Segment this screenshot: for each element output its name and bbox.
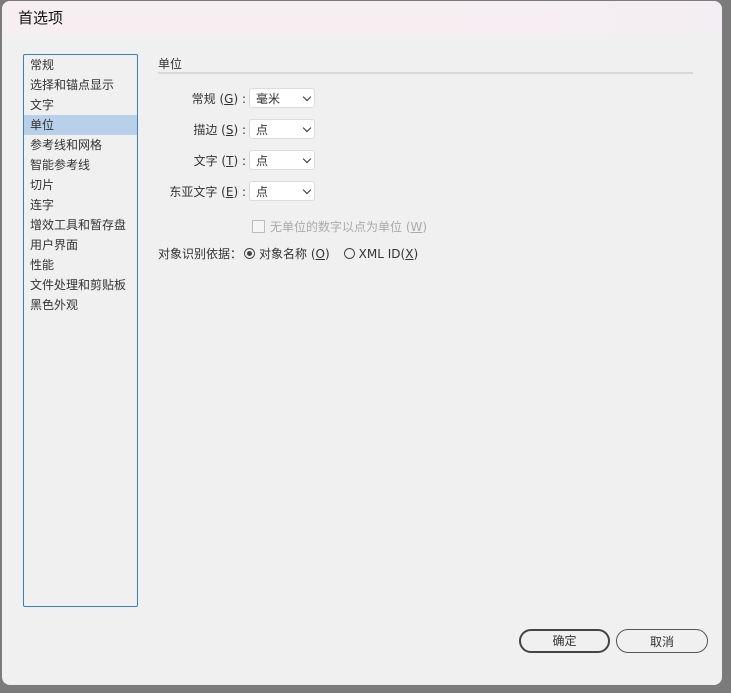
unit-field-row: 文字 (T) :点 bbox=[158, 150, 315, 170]
cancel-button[interactable]: 取消 bbox=[616, 629, 708, 653]
preferences-dialog: 首选项 常规 选择和锚点显示 文字 单位 参考线和网格 智能参考线 切片 连字 增效工具和暂存盘… bbox=[2, 1, 722, 685]
identify-by-label: 对象识别依据： bbox=[158, 247, 243, 261]
unit-field-label: 东亚文字 (E) : bbox=[169, 184, 246, 199]
sidebar-item[interactable]: 文字 bbox=[24, 95, 137, 115]
radio-object-name[interactable]: 对象名称 (O) bbox=[244, 245, 330, 262]
dialog-title: 首选项 bbox=[18, 9, 64, 27]
unitless-points-checkbox[interactable]: 无单位的数字以点为单位 (W) bbox=[252, 218, 427, 235]
chevron-down-icon bbox=[302, 123, 312, 132]
sidebar-item[interactable]: 文件处理和剪贴板 bbox=[24, 275, 137, 295]
sidebar-item[interactable]: 单位 bbox=[24, 115, 137, 135]
sidebar-item[interactable]: 连字 bbox=[24, 195, 137, 215]
unit-field-row: 描边 (S) :点 bbox=[158, 119, 315, 139]
sidebar-item[interactable]: 选择和锚点显示 bbox=[24, 75, 137, 95]
radio-unselected-icon[interactable] bbox=[343, 248, 355, 259]
title-bar bbox=[2, 1, 722, 33]
sidebar-item[interactable]: 智能参考线 bbox=[24, 155, 137, 175]
sidebar-item[interactable]: 常规 bbox=[24, 55, 137, 75]
sidebar-item[interactable]: 参考线和网格 bbox=[24, 135, 137, 155]
sidebar-item[interactable]: 切片 bbox=[24, 175, 137, 195]
sidebar-item[interactable]: 用户界面 bbox=[24, 235, 137, 255]
unit-field-label: 描边 (S) : bbox=[193, 122, 246, 137]
ok-button[interactable]: 确定 bbox=[519, 629, 610, 653]
sidebar-item[interactable]: 黑色外观 bbox=[24, 295, 137, 315]
checkbox-label: 无单位的数字以点为单位 bbox=[270, 220, 403, 234]
unit-field-row: 常规 (G) : 毫米 bbox=[158, 88, 315, 108]
sidebar-item[interactable]: 性能 bbox=[24, 255, 137, 275]
unit-select[interactable]: 毫米 bbox=[249, 88, 315, 108]
sidebar-item[interactable]: 增效工具和暂存盘 bbox=[24, 215, 137, 235]
identify-by-row: 对象识别依据： 对象名称 (O) XML ID(X) bbox=[158, 245, 418, 262]
section-title: 单位 bbox=[158, 55, 693, 74]
radio-xml-id[interactable]: XML ID(X) bbox=[343, 247, 418, 261]
radio-selected-icon[interactable] bbox=[244, 248, 256, 259]
category-list[interactable]: 常规 选择和锚点显示 文字 单位 参考线和网格 智能参考线 切片 连字 增效工具和暂存盘 用户界面… bbox=[23, 54, 138, 607]
chevron-down-icon bbox=[302, 185, 312, 194]
unit-select[interactable]: 点 bbox=[249, 181, 315, 201]
unit-field-label: 文字 (T) : bbox=[193, 153, 246, 168]
unit-field-row: 东亚文字 (E) :点 bbox=[158, 181, 315, 201]
chevron-down-icon bbox=[302, 92, 312, 101]
unit-select[interactable]: 点 bbox=[249, 150, 315, 170]
unit-field-label: 常规 (G) : bbox=[191, 91, 246, 106]
chevron-down-icon bbox=[302, 154, 312, 163]
checkbox-box[interactable] bbox=[252, 220, 265, 233]
unit-select[interactable]: 点 bbox=[249, 119, 315, 139]
